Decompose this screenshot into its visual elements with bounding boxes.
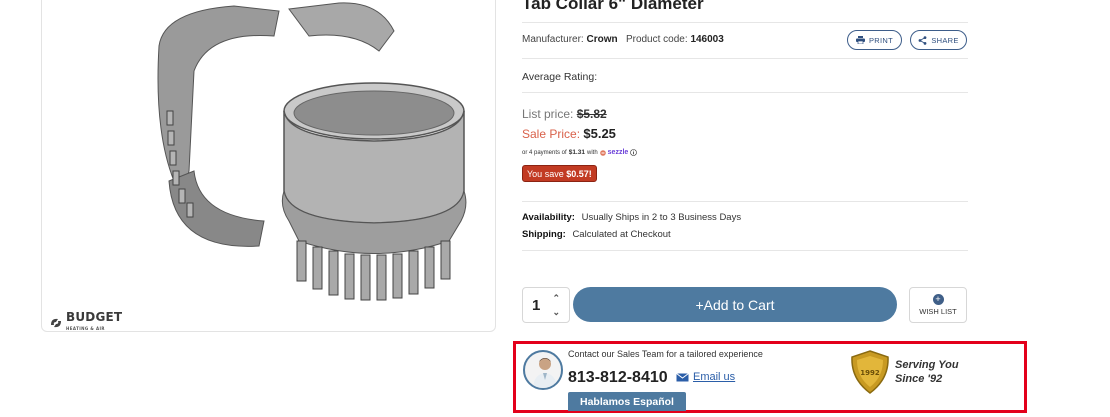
- list-price-row: List price: $5.82: [522, 107, 607, 121]
- divider: [522, 201, 968, 202]
- sezzle-installments[interactable]: or 4 payments of $1.31 with sezzle: [522, 149, 638, 156]
- shipping-row: Shipping: Calculated at Checkout: [522, 229, 671, 240]
- shield-icon: 1992: [851, 350, 889, 394]
- person-icon: [533, 358, 557, 388]
- brand-logo: BUDGET HEATING & AIR: [49, 311, 122, 335]
- shipping-value: Calculated at Checkout: [572, 229, 671, 240]
- product-title: Tab Collar 6" Diameter: [522, 0, 704, 13]
- availability-label: Availability:: [522, 212, 575, 223]
- sezzle-logo-icon: [599, 149, 606, 156]
- info-icon[interactable]: [630, 149, 638, 156]
- share-button[interactable]: SHARE: [910, 30, 967, 50]
- sezzle-prefix: or 4 payments of: [522, 149, 567, 156]
- manufacturer-label: Manufacturer:: [522, 34, 584, 45]
- you-save-amount: $0.57!: [566, 168, 592, 179]
- sales-phone-number[interactable]: 813-812-8410: [568, 369, 668, 387]
- contact-sales-text: Contact our Sales Team for a tailored ex…: [568, 349, 763, 359]
- sale-price-label: Sale Price:: [522, 127, 581, 141]
- sale-price-row: Sale Price: $5.25: [522, 126, 616, 141]
- sezzle-with: with: [586, 149, 598, 156]
- email-us-label: Email us: [693, 371, 736, 383]
- average-rating-label: Average Rating:: [522, 71, 598, 83]
- product-image[interactable]: [139, 0, 479, 321]
- sale-price-value: $5.25: [583, 126, 616, 141]
- product-meta: Manufacturer: Crown Product code: 146003: [522, 34, 724, 45]
- chevron-up-icon[interactable]: ⌃: [552, 292, 560, 304]
- share-icon: [918, 35, 927, 45]
- you-save-badge: You save $0.57!: [522, 165, 597, 182]
- printer-icon: [856, 36, 865, 44]
- shipping-label: Shipping:: [522, 229, 566, 240]
- share-label: SHARE: [931, 35, 959, 45]
- sales-team-panel: Contact our Sales Team for a tailored ex…: [513, 341, 1027, 413]
- serving-since-text: Serving You Since '92: [895, 358, 975, 386]
- chevron-down-icon[interactable]: ⌄: [552, 306, 560, 318]
- list-price-label: List price:: [522, 107, 574, 121]
- mail-icon: [676, 372, 689, 381]
- sezzle-amount: $1.31: [568, 149, 585, 156]
- wish-list-button[interactable]: + WISH LIST: [909, 287, 967, 323]
- brand-logo-subtext: HEATING & AIR: [66, 326, 105, 331]
- product-image-card: BUDGET HEATING & AIR: [41, 0, 496, 332]
- sales-rep-avatar: [523, 350, 563, 390]
- plus-circle-icon: +: [932, 294, 944, 305]
- divider: [522, 22, 968, 23]
- badge-year: 1992: [860, 369, 880, 377]
- availability-row: Availability: Usually Ships in 2 to 3 Bu…: [522, 212, 741, 223]
- email-us-link[interactable]: Email us: [676, 371, 735, 383]
- divider: [522, 92, 968, 93]
- sezzle-brand: sezzle: [607, 149, 629, 156]
- product-code-value: 146003: [690, 34, 724, 45]
- wish-list-label: WISH LIST: [919, 307, 957, 316]
- brand-logo-text: BUDGET: [66, 310, 123, 324]
- divider: [522, 58, 968, 59]
- budget-logo-icon: [51, 318, 61, 328]
- print-button[interactable]: PRINT: [847, 30, 902, 50]
- you-save-label: You save: [527, 168, 564, 179]
- add-to-cart-button[interactable]: +Add to Cart: [573, 287, 897, 322]
- divider: [522, 250, 968, 251]
- list-price-value: $5.82: [576, 107, 607, 121]
- serving-line-1: Serving You: [895, 359, 959, 371]
- serving-line-2: Since '92: [895, 373, 943, 385]
- product-code-label: Product code:: [625, 34, 688, 45]
- availability-value: Usually Ships in 2 to 3 Business Days: [581, 212, 742, 223]
- print-label: PRINT: [869, 35, 893, 45]
- quantity-stepper[interactable]: 1 ⌃ ⌄: [522, 287, 570, 323]
- quantity-value[interactable]: 1: [532, 297, 540, 314]
- manufacturer-value: Crown: [586, 34, 618, 45]
- hablamos-espanol-button[interactable]: Hablamos Español: [568, 392, 686, 411]
